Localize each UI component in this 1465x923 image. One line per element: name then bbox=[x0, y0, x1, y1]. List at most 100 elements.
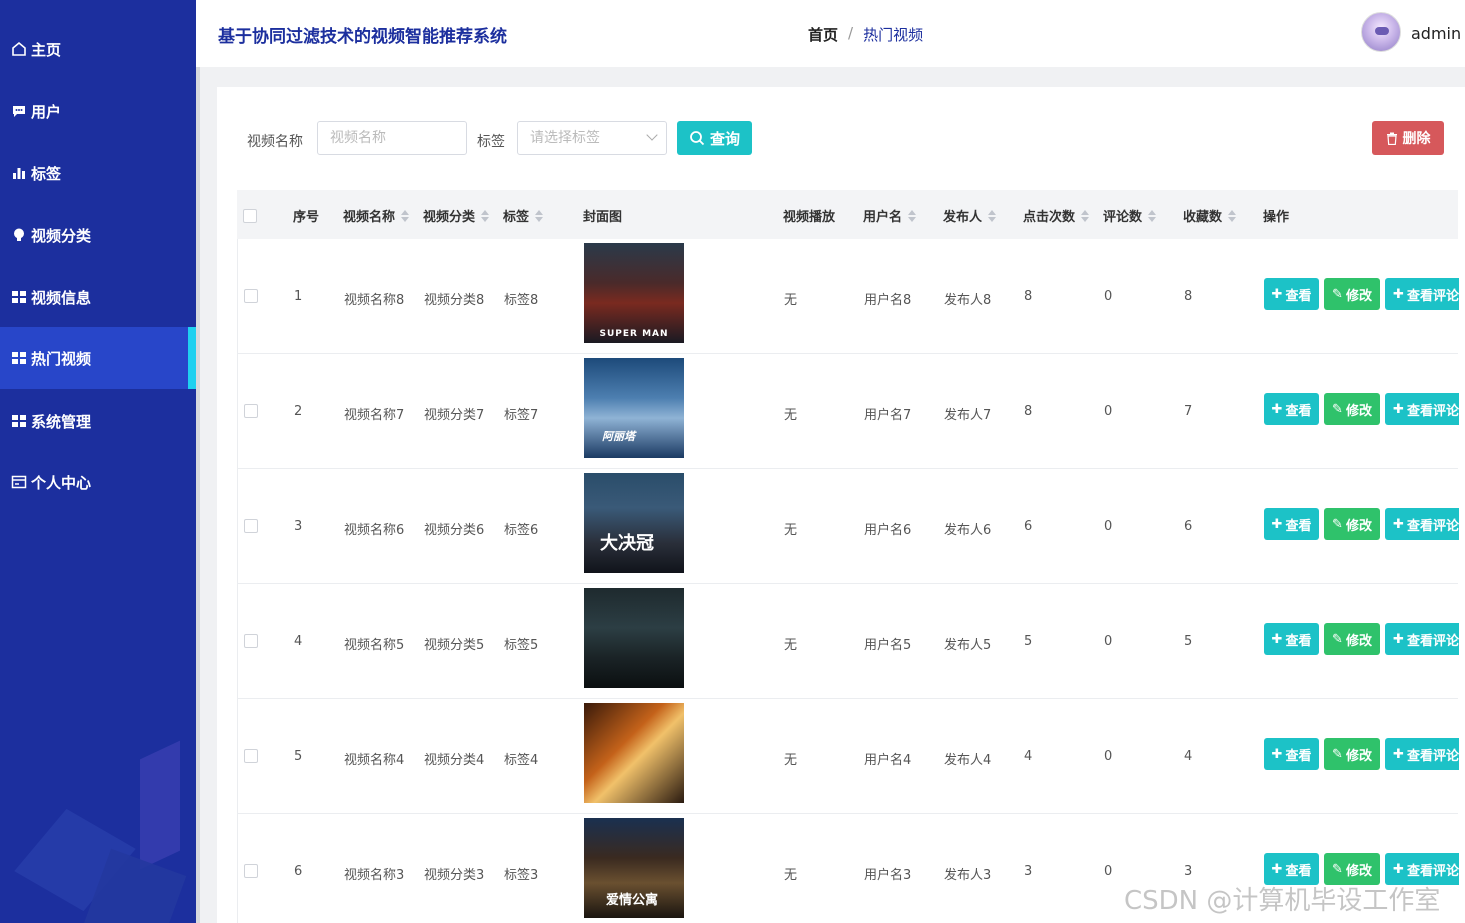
edit-button[interactable]: ✎ 修改 bbox=[1324, 508, 1380, 540]
column-header[interactable]: 评论数 bbox=[1103, 206, 1157, 225]
video-category-cell: 视频分类7 bbox=[424, 408, 485, 423]
sort-icon[interactable] bbox=[535, 209, 544, 222]
sidebar-item-label: 用户 bbox=[31, 102, 62, 121]
video-play-cell: 无 bbox=[784, 293, 798, 308]
cover-title: 大决冠 bbox=[600, 533, 654, 554]
comments-cell: 0 bbox=[1104, 519, 1113, 534]
tag-select[interactable]: 请选择标签 bbox=[517, 121, 667, 155]
row-actions: ✚ 查看 ✎ 修改 ✚ 查看评论 bbox=[1264, 623, 1459, 655]
tag-cell: 标签7 bbox=[504, 408, 539, 423]
sidebar-item-profile[interactable]: 个人中心 bbox=[0, 451, 196, 513]
view-comments-button[interactable]: ✚ 查看评论 bbox=[1385, 393, 1459, 425]
column-header-label: 操作 bbox=[1263, 210, 1290, 225]
cover-image[interactable]: SUPER MAN bbox=[584, 243, 684, 343]
edit-button-label: 修改 bbox=[1345, 633, 1372, 649]
sort-icon[interactable] bbox=[1081, 209, 1090, 222]
sidebar-item-users[interactable]: 用户 bbox=[0, 80, 196, 142]
row-index: 1 bbox=[294, 289, 303, 304]
sidebar-item-video-info[interactable]: 视频信息 bbox=[0, 266, 196, 328]
sort-icon[interactable] bbox=[908, 209, 917, 222]
row-index: 3 bbox=[294, 519, 303, 534]
sort-icon[interactable] bbox=[1228, 209, 1237, 222]
row-checkbox[interactable] bbox=[244, 404, 258, 418]
sidebar-decoration bbox=[140, 740, 180, 870]
view-comments-button[interactable]: ✚ 查看评论 bbox=[1385, 278, 1459, 310]
view-comments-button[interactable]: ✚ 查看评论 bbox=[1385, 738, 1459, 770]
view-button-label: 查看 bbox=[1285, 403, 1312, 419]
cover-image[interactable]: 大决冠 bbox=[584, 473, 684, 573]
video-name-input[interactable]: 视频名称 bbox=[317, 121, 467, 155]
sort-icon[interactable] bbox=[1148, 209, 1157, 222]
tag-cell: 标签3 bbox=[504, 868, 539, 883]
cover-image[interactable] bbox=[584, 703, 684, 803]
column-header-label: 序号 bbox=[293, 210, 320, 225]
tag-cell: 标签5 bbox=[504, 638, 539, 653]
view-comments-button-label: 查看评论 bbox=[1406, 403, 1459, 419]
avatar[interactable] bbox=[1361, 12, 1401, 52]
sidebar-item-tags[interactable]: 标签 bbox=[0, 142, 196, 204]
column-header[interactable]: 点击次数 bbox=[1023, 206, 1090, 225]
row-checkbox[interactable] bbox=[244, 864, 258, 878]
column-header[interactable]: 收藏数 bbox=[1183, 206, 1237, 225]
view-button[interactable]: ✚ 查看 bbox=[1264, 623, 1319, 655]
clicks-cell: 6 bbox=[1024, 519, 1033, 534]
favorites-cell: 7 bbox=[1184, 404, 1193, 419]
breadcrumb-home[interactable]: 首页 bbox=[808, 24, 838, 45]
query-button[interactable]: 查询 bbox=[677, 121, 752, 155]
sort-icon[interactable] bbox=[481, 209, 490, 222]
video-category-cell: 视频分类4 bbox=[424, 753, 485, 768]
row-checkbox[interactable] bbox=[244, 634, 258, 648]
plus-icon: ✚ bbox=[1393, 516, 1404, 532]
table-row: 3 视频名称6 视频分类6 标签6 大决冠无用户名6 发布人6 6 0 6 ✚ 查看 ✎ 修改 ✚ 查看评论 bbox=[237, 469, 1459, 584]
column-header[interactable]: 标签 bbox=[503, 206, 544, 225]
column-header[interactable]: 用户名 bbox=[863, 206, 917, 225]
view-comments-button[interactable]: ✚ 查看评论 bbox=[1385, 508, 1459, 540]
query-button-label: 查询 bbox=[709, 129, 740, 148]
edit-button[interactable]: ✎ 修改 bbox=[1324, 278, 1380, 310]
video-category-cell: 视频分类8 bbox=[424, 293, 485, 308]
column-header-label: 封面图 bbox=[583, 210, 623, 225]
username[interactable]: admin bbox=[1411, 24, 1461, 43]
edit-button-label: 修改 bbox=[1345, 518, 1372, 534]
edit-button-label: 修改 bbox=[1345, 863, 1372, 879]
delete-button-label: 删除 bbox=[1402, 131, 1431, 147]
column-header[interactable]: 视频分类 bbox=[423, 206, 490, 225]
sidebar-item-video-category[interactable]: 视频分类 bbox=[0, 204, 196, 266]
delete-button[interactable]: 删除 bbox=[1372, 121, 1444, 155]
row-checkbox[interactable] bbox=[244, 519, 258, 533]
plus-icon: ✚ bbox=[1271, 631, 1283, 647]
view-comments-button[interactable]: ✚ 查看评论 bbox=[1385, 623, 1459, 655]
row-checkbox[interactable] bbox=[244, 749, 258, 763]
edit-icon: ✎ bbox=[1332, 286, 1343, 302]
edit-button[interactable]: ✎ 修改 bbox=[1324, 393, 1380, 425]
column-header[interactable]: 视频名称 bbox=[343, 206, 410, 225]
view-button[interactable]: ✚ 查看 bbox=[1264, 278, 1319, 310]
view-button[interactable]: ✚ 查看 bbox=[1264, 738, 1319, 770]
plus-icon: ✚ bbox=[1393, 746, 1404, 762]
column-header-label: 视频分类 bbox=[423, 210, 476, 225]
table-row: 1 视频名称8 视频分类8 标签8 SUPER MAN 无用户名8 发布人8 8 0 8 ✚ 查看 ✎ 修… bbox=[237, 239, 1459, 354]
view-button[interactable]: ✚ 查看 bbox=[1264, 508, 1319, 540]
column-header: 序号 bbox=[293, 206, 319, 225]
view-button[interactable]: ✚ 查看 bbox=[1264, 393, 1319, 425]
sort-icon[interactable] bbox=[988, 209, 997, 222]
cover-image[interactable]: 阿丽塔 bbox=[584, 358, 684, 458]
cover-image[interactable]: 爱情公寓 bbox=[584, 818, 684, 918]
tag-label: 标签 bbox=[477, 134, 505, 150]
sidebar-item-system[interactable]: 系统管理 bbox=[0, 390, 196, 452]
column-header-label: 用户名 bbox=[863, 210, 903, 225]
sidebar-item-home[interactable]: 主页 bbox=[0, 18, 196, 80]
view-button-label: 查看 bbox=[1285, 288, 1312, 304]
select-all-checkbox[interactable] bbox=[243, 209, 257, 223]
edit-button-label: 修改 bbox=[1345, 288, 1372, 304]
cover-image[interactable] bbox=[584, 588, 684, 688]
cover-title: 爱情公寓 bbox=[606, 893, 659, 908]
sidebar-item-hot-videos[interactable]: 热门视频 bbox=[0, 327, 196, 389]
sort-icon[interactable] bbox=[401, 209, 410, 222]
video-name-label: 视频名称 bbox=[247, 134, 303, 150]
edit-button[interactable]: ✎ 修改 bbox=[1324, 738, 1380, 770]
edit-button[interactable]: ✎ 修改 bbox=[1324, 623, 1380, 655]
column-header[interactable]: 发布人 bbox=[943, 206, 997, 225]
row-index: 4 bbox=[294, 634, 303, 649]
row-checkbox[interactable] bbox=[244, 289, 258, 303]
